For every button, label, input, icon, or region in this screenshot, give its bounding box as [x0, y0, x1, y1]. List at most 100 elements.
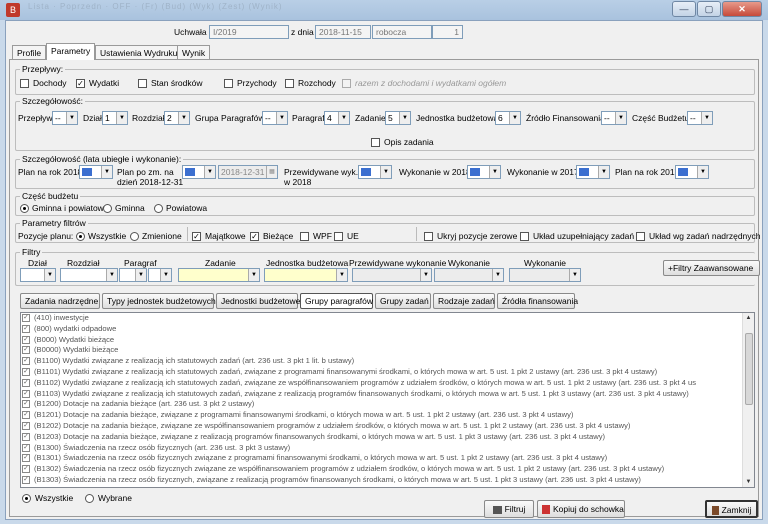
- kopiuj-button[interactable]: Kopiuj do schowka: [537, 500, 625, 518]
- razem-checkbox[interactable]: [342, 79, 351, 88]
- zadania-nadrzedne-button[interactable]: Zadania nadrzędne: [20, 293, 100, 309]
- ukryj-zerowe-checkbox[interactable]: [424, 232, 433, 241]
- filtr-dzial-select[interactable]: ▼: [20, 268, 56, 282]
- number-field[interactable]: 1: [432, 25, 463, 39]
- filtr-przewidywane-select[interactable]: ▼: [352, 268, 432, 282]
- typy-jednostek-button[interactable]: Typy jednostek budżetowych: [102, 293, 216, 309]
- list-item-checkbox[interactable]: [22, 432, 30, 441]
- filtr-rozdzial-select[interactable]: ▼: [60, 268, 118, 282]
- dochody-checkbox[interactable]: [20, 79, 29, 88]
- maximize-button[interactable]: ▢: [697, 1, 721, 17]
- list-item-checkbox[interactable]: [22, 475, 30, 484]
- list-item[interactable]: (B0000) Wydatki bieżące: [21, 345, 754, 356]
- dzial-select[interactable]: 1 ▼: [102, 111, 128, 125]
- scroll-up-icon[interactable]: ▲: [743, 313, 754, 323]
- czesc-budzetu-select[interactable]: -- ▼: [687, 111, 713, 125]
- scroll-down-icon[interactable]: ▼: [743, 477, 754, 487]
- list-item[interactable]: (B1102) Wydatki związane z realizacją ic…: [21, 378, 754, 389]
- radio-zmienione[interactable]: [130, 232, 139, 241]
- grupy-paragrafow-list[interactable]: (410) inwestycje(800) wydatki odpadowe(B…: [20, 312, 755, 488]
- filtry-zaawansowane-button[interactable]: +Filtry Zaawansowane: [663, 260, 760, 276]
- list-item[interactable]: (B1203) Dotacje na zadania bieżące, zwią…: [21, 432, 754, 443]
- list-item-checkbox[interactable]: [22, 400, 30, 409]
- list-item[interactable]: (B1202) Dotacje na zadania bieżące, zwią…: [21, 421, 754, 432]
- jednostki-budzetowe-button[interactable]: Jednostki budżetowe: [216, 293, 300, 309]
- scroll-thumb[interactable]: [745, 333, 753, 405]
- wydatki-checkbox[interactable]: [76, 79, 85, 88]
- list-item-checkbox[interactable]: [22, 335, 30, 344]
- zrodla-finansowania-button[interactable]: Źródła finansowania: [497, 293, 578, 309]
- grupy-zadan-button[interactable]: Grupy zadań: [375, 293, 431, 309]
- minimize-button[interactable]: —: [672, 1, 696, 17]
- majatkowe-checkbox[interactable]: [192, 232, 201, 241]
- grupa-paragrafow-select[interactable]: -- ▼: [262, 111, 288, 125]
- ue-checkbox[interactable]: [334, 232, 343, 241]
- opis-zadania-checkbox[interactable]: [371, 138, 380, 147]
- rozdzial-select[interactable]: 2 ▼: [164, 111, 190, 125]
- list-item-checkbox[interactable]: [22, 378, 30, 387]
- tab-parametry[interactable]: Parametry: [46, 43, 96, 60]
- list-item[interactable]: (410) inwestycje: [21, 313, 754, 324]
- list-item-checkbox[interactable]: [22, 346, 30, 355]
- filtruj-button[interactable]: Filtruj: [484, 500, 534, 518]
- wpf-checkbox[interactable]: [300, 232, 309, 241]
- radio-bottom-wybrane[interactable]: [85, 494, 94, 503]
- list-item[interactable]: (800) wydatki odpadowe: [21, 324, 754, 335]
- list-item-checkbox[interactable]: [22, 357, 30, 366]
- stan-srodkow-checkbox[interactable]: [138, 79, 147, 88]
- filtr-paragraf-select-2[interactable]: ▼: [148, 268, 172, 282]
- tab-wynik[interactable]: Wynik: [177, 45, 211, 60]
- radio-wszystkie[interactable]: [76, 232, 85, 241]
- radio-gminna[interactable]: [103, 204, 112, 213]
- tab-profile[interactable]: Profile: [12, 45, 47, 60]
- list-item-checkbox[interactable]: [22, 465, 30, 474]
- jednostka-select[interactable]: 6 ▼: [495, 111, 521, 125]
- list-item-checkbox[interactable]: [22, 324, 30, 333]
- uklad-nadrzednych-checkbox[interactable]: [636, 232, 645, 241]
- filtr-wykonanie2-select[interactable]: ▼: [509, 268, 581, 282]
- list-item-checkbox[interactable]: [22, 421, 30, 430]
- przewidywane-select[interactable]: ▼: [358, 165, 392, 179]
- rozchody-checkbox[interactable]: [285, 79, 294, 88]
- zadanie-select[interactable]: 5 ▼: [385, 111, 411, 125]
- filtr-wykonanie-select[interactable]: ▼: [434, 268, 504, 282]
- grupy-paragrafow-button[interactable]: Grupy paragrafów: [300, 293, 373, 309]
- uklad-uzupelniajacy-checkbox[interactable]: [520, 232, 529, 241]
- radio-bottom-wszystkie[interactable]: [22, 494, 31, 503]
- plan-date-picker[interactable]: 2018-12-31 ▦: [218, 165, 278, 179]
- list-item[interactable]: (B1100) Wydatki związane z realizacją ic…: [21, 356, 754, 367]
- radio-powiatowa[interactable]: [154, 204, 163, 213]
- filtr-jednostka-select[interactable]: ▼: [264, 268, 348, 282]
- list-item[interactable]: (B1200) Dotacje na zadania bieżące (art.…: [21, 399, 754, 410]
- list-item[interactable]: (B1101) Wydatki związane z realizacją ic…: [21, 367, 754, 378]
- list-item-checkbox[interactable]: [22, 443, 30, 452]
- list-item[interactable]: (B1300) Świadczenia na rzecz osób fizycz…: [21, 443, 754, 454]
- close-button[interactable]: ✕: [722, 1, 762, 17]
- list-item[interactable]: (B1301) Świadczenia na rzecz osób fizycz…: [21, 453, 754, 464]
- wykonanie-2018-select[interactable]: ▼: [467, 165, 501, 179]
- list-item-checkbox[interactable]: [22, 411, 30, 420]
- zrodlo-finansowania-select[interactable]: -- ▼: [601, 111, 627, 125]
- vertical-scrollbar[interactable]: ▲ ▼: [742, 313, 754, 487]
- przychody-checkbox[interactable]: [224, 79, 233, 88]
- biezace-checkbox[interactable]: [250, 232, 259, 241]
- filtr-paragraf-select-1[interactable]: ▼: [119, 268, 147, 282]
- radio-gminna-i-powiatowa[interactable]: [20, 204, 29, 213]
- list-item[interactable]: (B1201) Dotacje na zadania bieżące, zwią…: [21, 410, 754, 421]
- list-item-checkbox[interactable]: [22, 367, 30, 376]
- plan-2018-select[interactable]: ▼: [79, 165, 113, 179]
- status-field[interactable]: robocza: [372, 25, 432, 39]
- rodzaje-zadan-button[interactable]: Rodzaje zadań: [433, 293, 495, 309]
- list-item-checkbox[interactable]: [22, 454, 30, 463]
- list-item[interactable]: (B1103) Wydatki związane z realizacją ic…: [21, 389, 754, 400]
- plan-po-zm-select[interactable]: ▼: [182, 165, 216, 179]
- list-item-checkbox[interactable]: [22, 314, 30, 322]
- tab-ustawienia-wydruku[interactable]: Ustawienia Wydruku: [95, 45, 183, 60]
- filtr-zadanie-select[interactable]: ▼: [178, 268, 260, 282]
- wykonanie-2017-select[interactable]: ▼: [576, 165, 610, 179]
- list-item[interactable]: (B1302) Świadczenia na rzecz osób fizycz…: [21, 464, 754, 475]
- list-item[interactable]: (B000) Wydatki bieżące: [21, 335, 754, 346]
- zamknij-button[interactable]: Zamknij: [705, 500, 758, 518]
- list-item-checkbox[interactable]: [22, 389, 30, 398]
- przeplyw-select[interactable]: -- ▼: [52, 111, 78, 125]
